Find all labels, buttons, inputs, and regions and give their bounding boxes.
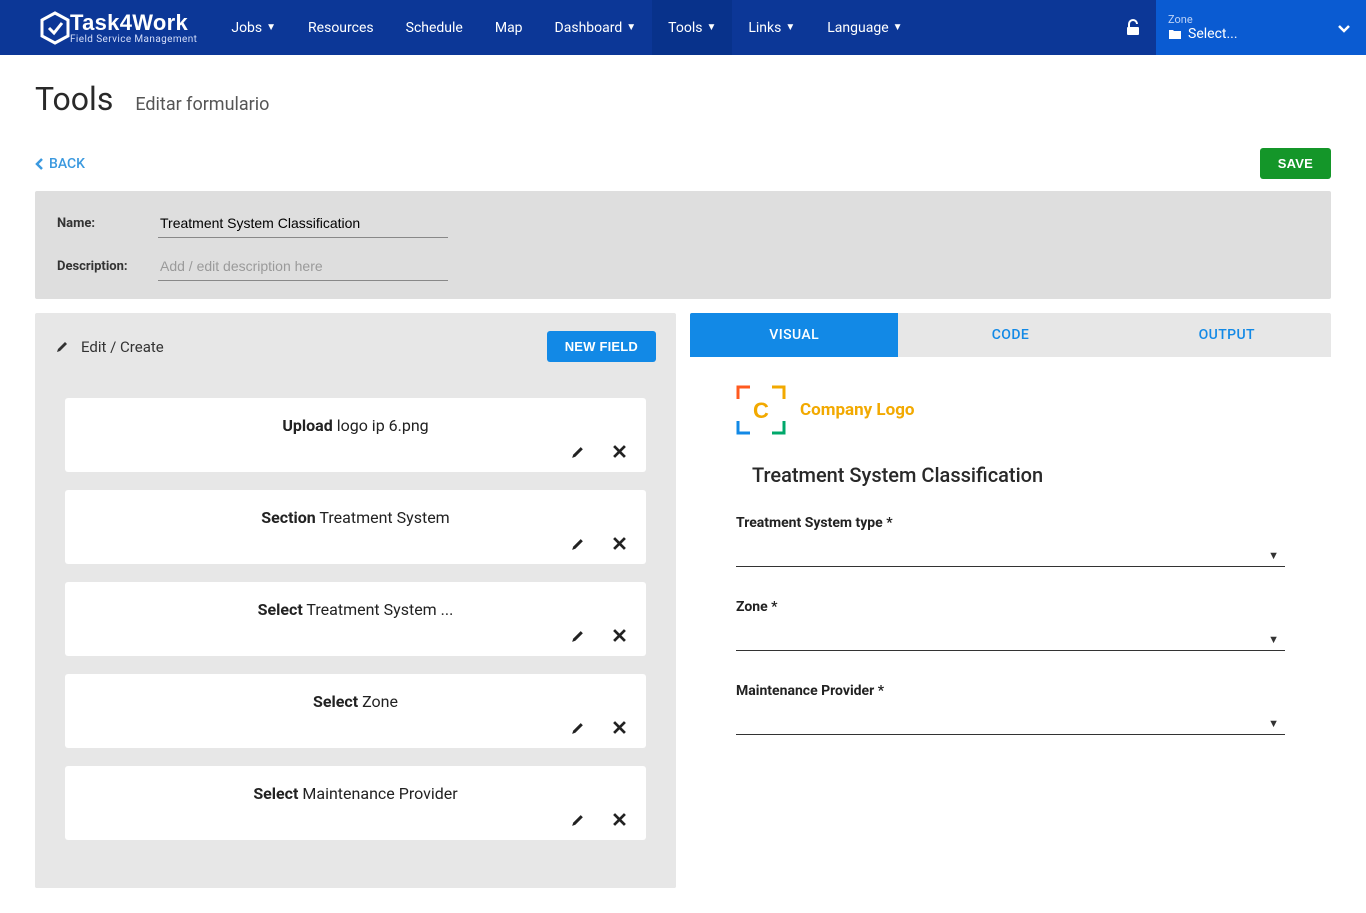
preview-field: Zone * ▼ <box>736 599 1285 651</box>
preview-panel: VISUAL CODE OUTPUT C Company <box>690 313 1331 888</box>
brand-name: Task4Work <box>70 10 197 36</box>
back-link[interactable]: BACK <box>35 156 85 172</box>
tab-visual[interactable]: VISUAL <box>690 313 898 357</box>
preview-heading: Treatment System Classification <box>752 463 1285 487</box>
unlock-icon[interactable] <box>1110 0 1156 55</box>
tab-output[interactable]: OUTPUT <box>1123 313 1331 357</box>
top-nav: Task4Work Field Service Management Jobs▼… <box>0 0 1366 55</box>
description-label: Description: <box>57 259 132 274</box>
caret-down-icon: ▼ <box>785 23 795 33</box>
nav-tools[interactable]: Tools ▼ <box>652 0 732 55</box>
new-field-button[interactable]: NEW FIELD <box>547 331 656 362</box>
company-logo-text: Company Logo <box>800 400 915 420</box>
editor-title: Edit / Create <box>81 338 164 356</box>
field-card[interactable]: Upload logo ip 6.png <box>65 398 646 472</box>
caret-down-icon: ▼ <box>266 23 276 33</box>
preview-field-label: Zone * <box>736 599 778 615</box>
delete-icon[interactable] <box>613 721 626 736</box>
nav-links[interactable]: Links ▼ <box>732 0 811 55</box>
chevron-left-icon <box>35 158 45 170</box>
tab-code[interactable]: CODE <box>906 313 1114 357</box>
field-list: Upload logo ip 6.png Section Treatment Sy… <box>35 380 676 888</box>
zone-value: Select... <box>1188 26 1238 42</box>
primary-nav: Jobs▼ Resources Schedule Map Dashboard▼ … <box>215 0 918 55</box>
name-label: Name: <box>57 216 132 231</box>
dropdown-icon: ▼ <box>1268 633 1279 646</box>
zone-label: Zone <box>1168 13 1326 26</box>
zone-selector[interactable]: Zone Select... <box>1156 0 1366 55</box>
field-card[interactable]: Select Maintenance Provider <box>65 766 646 840</box>
brand-icon <box>40 11 70 45</box>
dropdown-icon: ▼ <box>1268 717 1279 730</box>
page-subtitle: Editar formulario <box>135 94 269 115</box>
field-card[interactable]: Select Treatment System ... <box>65 582 646 656</box>
field-card-title: Select Zone <box>85 692 626 711</box>
delete-icon[interactable] <box>613 629 626 644</box>
brand-tagline: Field Service Management <box>70 34 197 45</box>
preview-select[interactable]: ▼ <box>736 633 1285 651</box>
preview-field: Treatment System type * ▼ <box>736 515 1285 567</box>
delete-icon[interactable] <box>613 813 626 828</box>
company-logo: C Company Logo <box>736 385 1285 435</box>
preview-field-label: Treatment System type * <box>736 515 893 531</box>
description-input[interactable] <box>158 252 448 281</box>
page-title: Tools <box>35 80 113 118</box>
preview-field: Maintenance Provider * ▼ <box>736 683 1285 735</box>
page-header: Tools Editar formulario <box>35 80 1331 118</box>
field-card-title: Select Maintenance Provider <box>85 784 626 803</box>
delete-icon[interactable] <box>613 445 626 460</box>
nav-resources[interactable]: Resources <box>292 0 390 55</box>
chevron-down-icon <box>1334 18 1354 38</box>
delete-icon[interactable] <box>613 537 626 552</box>
save-button[interactable]: SAVE <box>1260 148 1331 179</box>
field-card[interactable]: Section Treatment System <box>65 490 646 564</box>
field-card[interactable]: Select Zone <box>65 674 646 748</box>
edit-icon[interactable] <box>570 445 585 460</box>
dropdown-icon: ▼ <box>1268 549 1279 562</box>
field-card-title: Select Treatment System ... <box>85 600 626 619</box>
field-card-title: Upload logo ip 6.png <box>85 416 626 435</box>
caret-down-icon: ▼ <box>706 23 716 33</box>
pencil-icon <box>55 340 69 354</box>
edit-icon[interactable] <box>570 721 585 736</box>
field-card-title: Section Treatment System <box>85 508 626 527</box>
edit-icon[interactable] <box>570 537 585 552</box>
nav-dashboard[interactable]: Dashboard▼ <box>539 0 653 55</box>
nav-language[interactable]: Language ▼ <box>811 0 918 55</box>
folder-icon <box>1168 28 1182 40</box>
form-meta-panel: Name: Description: <box>35 191 1331 299</box>
preview-tabs: VISUAL CODE OUTPUT <box>690 313 1331 357</box>
nav-jobs[interactable]: Jobs▼ <box>215 0 292 55</box>
name-input[interactable] <box>158 209 448 238</box>
nav-schedule[interactable]: Schedule <box>390 0 479 55</box>
svg-text:C: C <box>753 398 769 423</box>
editor-panel: Edit / Create NEW FIELD Upload logo ip 6… <box>35 313 676 888</box>
preview-field-label: Maintenance Provider * <box>736 683 884 699</box>
company-logo-icon: C <box>736 385 786 435</box>
edit-icon[interactable] <box>570 629 585 644</box>
caret-down-icon: ▼ <box>626 23 636 33</box>
preview-select[interactable]: ▼ <box>736 717 1285 735</box>
brand[interactable]: Task4Work Field Service Management <box>0 0 215 55</box>
caret-down-icon: ▼ <box>893 23 903 33</box>
preview-select[interactable]: ▼ <box>736 549 1285 567</box>
nav-map[interactable]: Map <box>479 0 539 55</box>
edit-icon[interactable] <box>570 813 585 828</box>
